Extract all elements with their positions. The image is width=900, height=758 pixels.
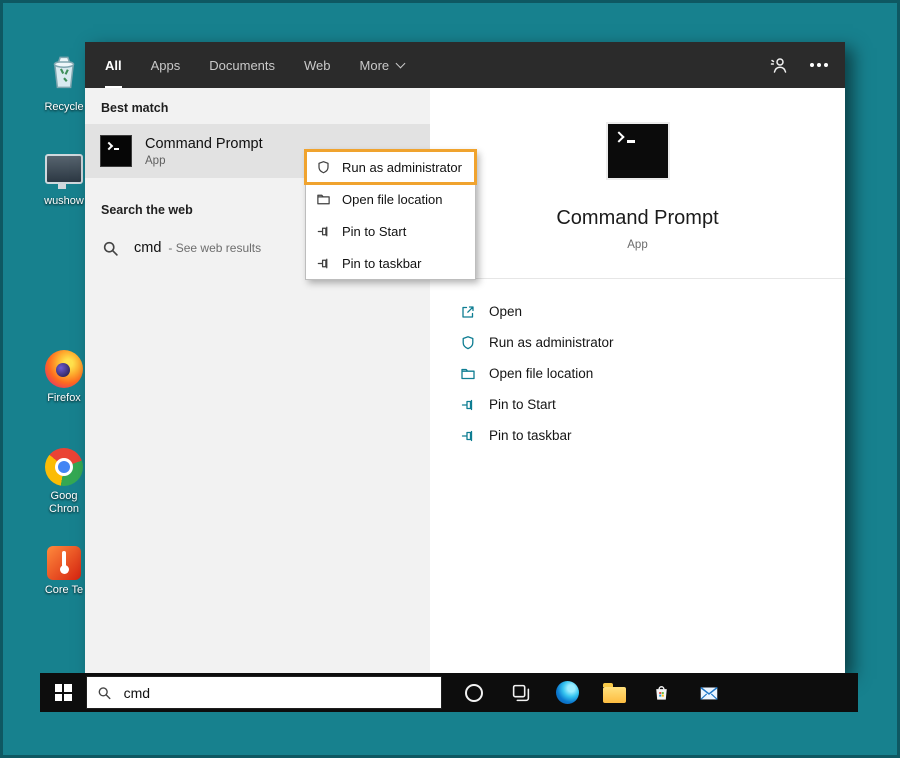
folder-icon bbox=[461, 368, 475, 379]
pin-icon bbox=[461, 430, 473, 441]
taskbar-search-input[interactable] bbox=[121, 683, 431, 702]
action-label: Open file location bbox=[489, 366, 594, 381]
best-match-heading: Best match bbox=[101, 101, 169, 115]
core-temp-icon bbox=[47, 546, 81, 580]
search-filter-bar: All Apps Documents Web More bbox=[85, 42, 845, 88]
desktop-icon-label: Core Te bbox=[44, 584, 84, 596]
result-title: Command Prompt bbox=[145, 135, 263, 152]
firefox-icon bbox=[45, 350, 83, 388]
chrome-icon bbox=[45, 448, 83, 486]
task-view-button[interactable] bbox=[497, 673, 544, 712]
tab-apps[interactable]: Apps bbox=[151, 42, 181, 88]
action-open-file-location[interactable]: Open file location bbox=[460, 358, 845, 389]
preview-actions: Open Run as administrator Open file loca… bbox=[430, 279, 845, 451]
desktop-icon-label: wushow bbox=[44, 195, 84, 207]
pin-icon bbox=[317, 226, 328, 236]
action-open[interactable]: Open bbox=[460, 296, 845, 327]
recycle-bin-icon bbox=[53, 56, 75, 89]
preview-pane: Command Prompt App Open Run as administr… bbox=[430, 88, 845, 673]
media-app-icon bbox=[45, 154, 83, 189]
taskbar bbox=[40, 673, 858, 712]
more-options-icon[interactable] bbox=[817, 63, 821, 67]
shield-icon bbox=[318, 160, 329, 173]
store-icon bbox=[656, 686, 667, 700]
action-label: Pin to Start bbox=[489, 397, 556, 412]
cortana-button[interactable] bbox=[450, 673, 497, 712]
cortana-icon bbox=[464, 683, 483, 702]
file-explorer-button[interactable] bbox=[591, 673, 638, 712]
tab-more[interactable]: More bbox=[359, 42, 406, 88]
web-search-term: cmd bbox=[134, 240, 162, 256]
action-label: Run as administrator bbox=[489, 335, 614, 350]
menu-item-label: Open file location bbox=[342, 191, 443, 207]
desktop-icon-recycle-bin[interactable]: Recycle bbox=[38, 52, 90, 114]
menu-item-pin-to-taskbar[interactable]: Pin to taskbar bbox=[306, 247, 475, 279]
menu-item-label: Pin to Start bbox=[342, 223, 407, 239]
filter-tabs: All Apps Documents Web More bbox=[105, 42, 406, 88]
pin-icon bbox=[317, 258, 328, 268]
edge-button[interactable] bbox=[544, 673, 591, 712]
desktop-icon-chrome[interactable]: Goog Chron bbox=[38, 448, 90, 516]
action-label: Open bbox=[489, 304, 523, 319]
tab-documents[interactable]: Documents bbox=[209, 42, 275, 88]
desktop: Recycle wushow Firefox Goog Chron Core T… bbox=[0, 0, 900, 758]
desktop-icon-label: Recycle bbox=[44, 101, 84, 113]
desktop-icon-firefox[interactable]: Firefox bbox=[38, 350, 90, 405]
desktop-icon-wushow[interactable]: wushow bbox=[38, 146, 90, 208]
menu-item-label: Pin to taskbar bbox=[342, 255, 422, 271]
menu-item-open-file-location[interactable]: Open file location bbox=[306, 183, 475, 215]
pin-icon bbox=[461, 399, 473, 410]
task-view-icon bbox=[512, 684, 529, 701]
store-button[interactable] bbox=[638, 673, 685, 712]
web-search-suffix: - See web results bbox=[168, 241, 262, 255]
tab-all[interactable]: All bbox=[105, 42, 122, 88]
tab-label: Web bbox=[304, 57, 331, 73]
desktop-icon-label: Goog Chron bbox=[49, 490, 79, 515]
file-explorer-icon bbox=[603, 682, 626, 703]
context-menu: Run as administrator Open file location … bbox=[304, 149, 477, 280]
account-icon[interactable] bbox=[769, 55, 789, 75]
command-prompt-icon bbox=[100, 135, 132, 167]
command-prompt-icon-large bbox=[605, 122, 670, 180]
folder-icon bbox=[317, 194, 330, 204]
menu-item-pin-to-start[interactable]: Pin to Start bbox=[306, 215, 475, 247]
menu-item-run-as-administrator[interactable]: Run as administrator bbox=[304, 149, 477, 185]
mail-icon bbox=[699, 686, 718, 700]
action-pin-to-taskbar[interactable]: Pin to taskbar bbox=[460, 420, 845, 451]
result-subtitle: App bbox=[145, 154, 166, 167]
edge-icon bbox=[556, 681, 579, 704]
action-run-as-administrator[interactable]: Run as administrator bbox=[460, 327, 845, 358]
tab-label: Apps bbox=[150, 57, 181, 73]
action-label: Pin to taskbar bbox=[489, 428, 572, 443]
search-flyout-window: All Apps Documents Web More Best match C… bbox=[85, 42, 845, 673]
chevron-down-icon bbox=[395, 58, 406, 68]
tab-label: All bbox=[105, 57, 122, 73]
search-icon bbox=[103, 241, 118, 256]
open-icon bbox=[462, 305, 474, 318]
tab-label: Documents bbox=[209, 57, 276, 73]
preview-subtitle: App bbox=[627, 239, 648, 251]
windows-logo-icon bbox=[54, 684, 72, 701]
start-button[interactable] bbox=[40, 673, 86, 712]
preview-title: Command Prompt bbox=[556, 207, 719, 229]
shield-icon bbox=[462, 335, 474, 349]
menu-item-label: Run as administrator bbox=[342, 159, 462, 175]
mail-button[interactable] bbox=[685, 673, 732, 712]
search-icon bbox=[98, 686, 111, 699]
tab-label: More bbox=[359, 57, 390, 73]
action-pin-to-start[interactable]: Pin to Start bbox=[460, 389, 845, 420]
tab-web[interactable]: Web bbox=[304, 42, 331, 88]
desktop-icon-label: Firefox bbox=[47, 392, 81, 404]
desktop-icon-core-temp[interactable]: Core Te bbox=[38, 546, 90, 597]
taskbar-search-box[interactable] bbox=[86, 676, 442, 709]
